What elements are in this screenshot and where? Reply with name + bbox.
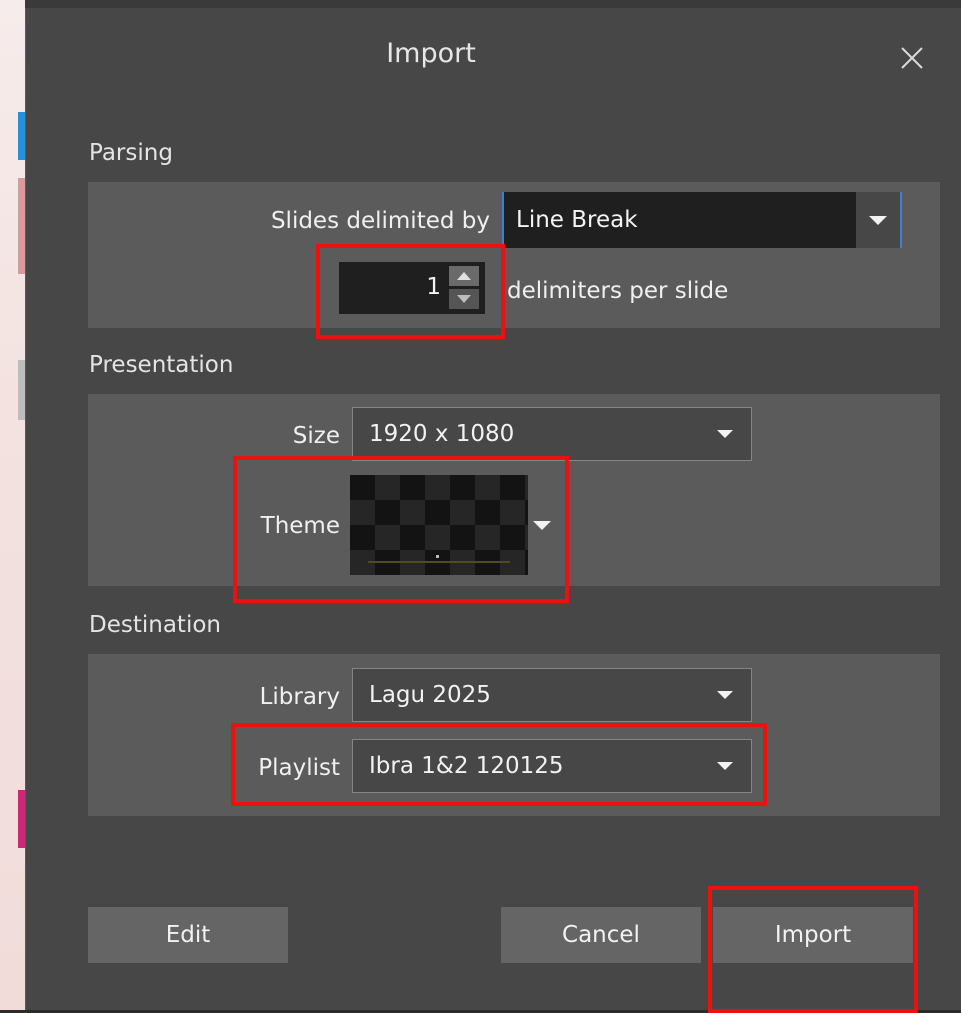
delimiter-count-value: 1 xyxy=(426,274,441,300)
import-button[interactable]: Import xyxy=(713,907,913,963)
theme-dropdown-toggle[interactable] xyxy=(533,521,551,530)
parsing-section-label: Parsing xyxy=(89,140,173,166)
library-value: Lagu 2025 xyxy=(369,682,491,708)
delimiter-count-spinner[interactable]: 1 xyxy=(339,262,485,314)
theme-thumbnail[interactable] xyxy=(350,475,528,575)
spin-up-button[interactable] xyxy=(449,266,479,286)
size-value: 1920 x 1080 xyxy=(369,421,515,447)
cancel-button[interactable]: Cancel xyxy=(501,907,701,963)
background-accent-mark xyxy=(18,112,25,160)
delimiter-count-label: delimiters per slide xyxy=(507,278,729,304)
background-accent-mark xyxy=(18,790,25,848)
chevron-down-icon xyxy=(717,762,733,770)
delimiter-label: Slides delimited by xyxy=(270,208,490,234)
delimiter-value: Line Break xyxy=(516,207,638,233)
destination-section-label: Destination xyxy=(89,612,221,638)
close-icon xyxy=(901,47,923,69)
theme-preview-dot xyxy=(436,555,439,558)
delimiter-dropdown[interactable]: Line Break xyxy=(502,192,900,248)
size-label: Size xyxy=(292,423,340,449)
chevron-down-icon xyxy=(869,215,887,225)
spin-down-button[interactable] xyxy=(449,289,479,309)
theme-label: Theme xyxy=(260,513,340,539)
arrow-up-icon xyxy=(457,272,471,280)
focus-edge xyxy=(900,192,902,248)
import-dialog: Import Parsing Slides delimited by Line … xyxy=(25,8,961,1010)
theme-preview-line xyxy=(368,561,510,563)
library-dropdown[interactable]: Lagu 2025 xyxy=(352,668,752,722)
dialog-title: Import xyxy=(386,38,476,69)
chevron-down-icon xyxy=(717,430,733,438)
background-accent-mark xyxy=(18,360,25,420)
delimiter-dropdown-toggle[interactable] xyxy=(856,192,900,248)
playlist-value: Ibra 1&2 120125 xyxy=(369,753,564,779)
chevron-down-icon xyxy=(717,691,733,699)
playlist-label: Playlist xyxy=(258,755,340,781)
size-dropdown[interactable]: 1920 x 1080 xyxy=(352,407,752,461)
background-accent-mark xyxy=(18,178,25,274)
presentation-section-label: Presentation xyxy=(89,352,234,378)
arrow-down-icon xyxy=(457,295,471,303)
playlist-dropdown[interactable]: Ibra 1&2 120125 xyxy=(352,739,752,793)
close-button[interactable] xyxy=(892,38,932,78)
edit-button[interactable]: Edit xyxy=(88,907,288,963)
library-label: Library xyxy=(259,684,340,710)
background-app-topbar xyxy=(25,0,961,8)
